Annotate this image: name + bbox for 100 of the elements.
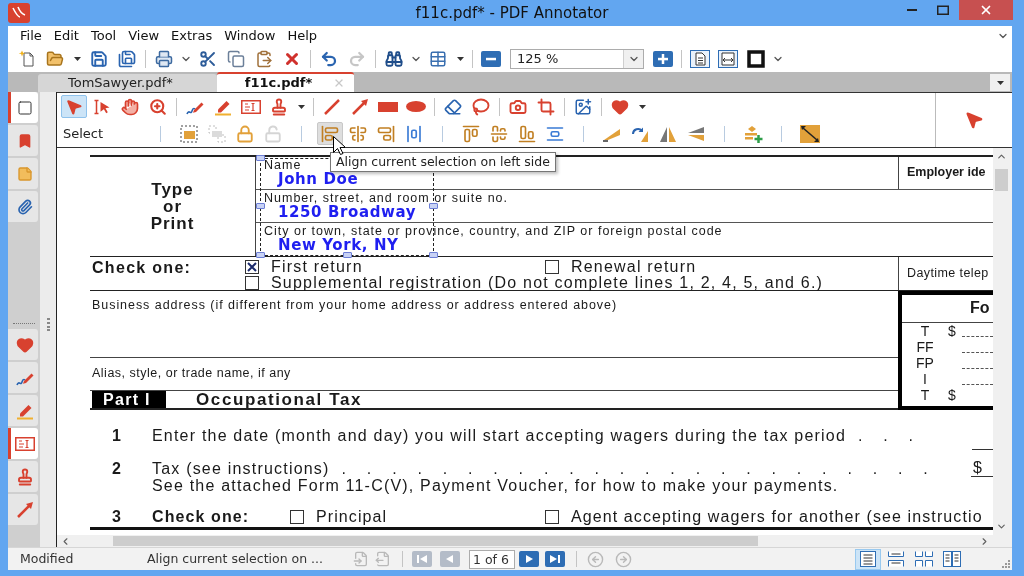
sidebar-tab[interactable] — [8, 395, 38, 426]
pointer-icon — [65, 97, 83, 116]
window-title: f11c.pdf* - PDF Annotator — [414, 3, 610, 24]
document-forward-icon — [375, 551, 391, 567]
box-code: T — [919, 387, 931, 403]
text-box-icon — [14, 436, 35, 451]
menu-item[interactable]: File — [14, 27, 48, 45]
field-label: Number, street, and room or suite no. — [264, 191, 509, 205]
last-page-button[interactable] — [544, 549, 566, 569]
field-value: New York, NY — [278, 238, 399, 253]
ellipse-icon — [406, 101, 426, 112]
fit-width-button[interactable] — [715, 47, 741, 71]
field-label: Business address (if different from your home address or address entered above) — [92, 298, 618, 312]
line-number: 1 — [112, 427, 124, 444]
selection-handle[interactable] — [343, 252, 352, 258]
resize-button[interactable] — [797, 122, 823, 145]
stamp-icon — [15, 467, 34, 486]
checkbox[interactable] — [545, 260, 559, 274]
checkbox[interactable] — [545, 509, 559, 524]
tab-list-button[interactable] — [990, 74, 1010, 91]
document-tab[interactable]: TomSawyer.pdf* — [38, 74, 217, 92]
zoom-combo[interactable]: 125 % — [510, 49, 644, 69]
last-page-icon — [545, 551, 565, 567]
lasso-icon — [472, 97, 490, 116]
fit-width-icon — [718, 50, 738, 68]
box-code: I — [922, 371, 928, 387]
vertical-scrollbar[interactable] — [993, 148, 1012, 535]
selection-handle[interactable] — [429, 203, 438, 209]
checkbox[interactable] — [245, 276, 259, 290]
sidebar-tab[interactable] — [8, 494, 38, 525]
heart-icon — [611, 97, 629, 116]
lock-icon — [236, 124, 254, 143]
leader-dots: . . . — [858, 427, 915, 444]
selection-handle[interactable] — [256, 252, 265, 258]
caret-icon — [996, 80, 1004, 85]
close-button[interactable] — [959, 0, 1013, 20]
fullscreen-icon — [747, 50, 765, 68]
menu-item[interactable]: Edit — [47, 27, 85, 45]
select-tool-button[interactable] — [61, 95, 87, 118]
selection-handle[interactable] — [256, 155, 265, 161]
flip-vertical-icon — [686, 124, 706, 143]
sidebar-tab[interactable] — [8, 461, 38, 492]
selection-handle[interactable] — [429, 252, 438, 258]
paperclip-icon — [16, 198, 33, 215]
two-page-continuous-icon — [914, 550, 934, 568]
line-text: Enter the date (month and day) you will start accepting wagers during the tax period — [152, 427, 847, 444]
zoom-out-icon — [481, 51, 501, 67]
menu-item[interactable]: Tool — [84, 27, 123, 45]
view-mode-button[interactable] — [855, 548, 881, 570]
align-top-icon — [462, 124, 480, 143]
sidebar-tab[interactable] — [8, 191, 38, 222]
distribute-horizontal-icon — [405, 124, 423, 143]
menu-item[interactable]: Help — [281, 27, 324, 45]
hand-icon — [121, 97, 139, 116]
zoom-in-icon — [653, 51, 673, 67]
align-left-button[interactable] — [317, 122, 343, 145]
single-page-button[interactable] — [687, 47, 713, 71]
close-icon — [979, 3, 993, 17]
option-label: First return — [271, 259, 363, 275]
currency-sign: $ — [948, 323, 956, 339]
checkbox[interactable] — [290, 509, 304, 524]
align-center-icon — [349, 124, 367, 143]
checkbox[interactable] — [245, 260, 259, 274]
line-number: 2 — [112, 460, 124, 477]
new-document-icon — [18, 50, 36, 68]
document-tab[interactable]: f11c.pdf* — [216, 72, 355, 92]
table-icon — [429, 50, 447, 68]
box-title: Fo — [970, 299, 990, 316]
scroll-thumb[interactable] — [113, 536, 758, 546]
line-note: See the attached Form 11-C(V), Payment Voucher, for how to make your payments. — [152, 477, 839, 494]
option-label: Supplemental registration (Do not complete lines 1, 2, 4, 5, and 6.) — [271, 275, 824, 291]
heart-icon — [15, 335, 34, 354]
option-label: Principal — [316, 508, 388, 525]
next-page-button[interactable] — [518, 549, 540, 569]
splitter-grip-icon — [46, 318, 50, 331]
box-code: T — [919, 323, 931, 339]
caret-icon — [638, 104, 646, 109]
save-as-icon — [118, 50, 136, 68]
sidebar-tab[interactable] — [8, 362, 38, 393]
image-add-icon — [574, 97, 592, 116]
sidebar-tab[interactable] — [8, 329, 38, 360]
folder-icon — [46, 50, 64, 68]
forward-icon — [614, 550, 632, 568]
menu-item[interactable]: Extras — [165, 27, 219, 45]
field-value: John Doe — [278, 172, 359, 187]
scroll-thumb[interactable] — [995, 169, 1008, 191]
mode-label: Select — [62, 124, 105, 143]
menu-item[interactable]: Window — [218, 27, 282, 45]
text-box-icon — [241, 99, 261, 114]
delete-icon — [283, 50, 301, 68]
sidebar-tab[interactable] — [8, 92, 38, 123]
menu-item[interactable]: View — [122, 27, 166, 45]
column-label: Daytime telep — [907, 266, 989, 280]
selection-handle[interactable] — [256, 203, 265, 209]
sidebar-tab[interactable] — [8, 125, 38, 156]
previous-page-icon — [440, 551, 460, 567]
first-page-icon — [412, 551, 432, 567]
horizontal-scrollbar[interactable] — [57, 535, 993, 547]
page-number-field[interactable]: 1 of 6 — [469, 549, 515, 569]
sidebar-tab[interactable] — [8, 428, 38, 459]
